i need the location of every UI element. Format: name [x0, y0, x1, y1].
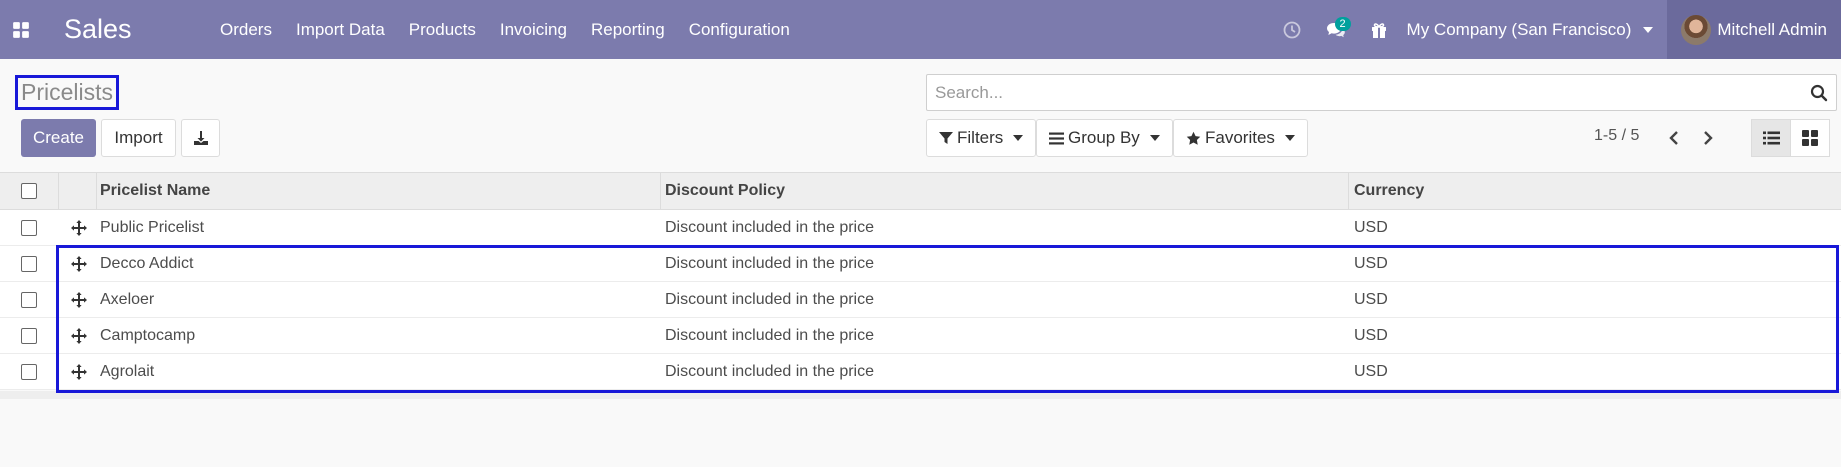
table-row[interactable]: Camptocamp Discount included in the pric…: [0, 318, 1841, 354]
company-switcher[interactable]: My Company (San Francisco): [1399, 20, 1668, 40]
group-by-label: Group By: [1068, 128, 1140, 147]
export-button[interactable]: [181, 119, 220, 157]
user-name: Mitchell Admin: [1717, 19, 1827, 39]
chevron-down-icon: [1284, 135, 1295, 141]
currency: USD: [1354, 290, 1388, 308]
user-menu[interactable]: Mitchell Admin: [1667, 0, 1841, 59]
filter-icon: [939, 132, 953, 144]
filters-label: Filters: [957, 128, 1004, 147]
row-select-cell: [0, 291, 58, 308]
messages-count-badge: 2: [1334, 17, 1351, 31]
discount-policy: Discount included in the price: [665, 326, 875, 344]
table-row[interactable]: Public Pricelist Discount included in th…: [0, 210, 1841, 246]
select-all-checkbox[interactable]: [21, 183, 37, 199]
column-divider: [58, 173, 59, 209]
column-divider: [660, 173, 661, 209]
kanban-view-icon[interactable]: [1790, 119, 1830, 157]
app-title[interactable]: Sales: [42, 14, 208, 45]
apps-grid-icon[interactable]: [0, 0, 42, 59]
row-select-cell: [0, 255, 58, 272]
currency: USD: [1354, 254, 1388, 272]
group-by-button[interactable]: Group By: [1036, 119, 1173, 157]
clock-icon[interactable]: [1271, 0, 1313, 59]
drag-handle-icon[interactable]: [58, 291, 100, 308]
company-name: My Company (San Francisco): [1406, 19, 1632, 39]
navbar-right: 2 My Company (San Francisco) Mitchell Ad…: [1271, 0, 1841, 59]
main-menu: Orders Import Data Products Invoicing Re…: [208, 20, 802, 40]
row-checkbox[interactable]: [21, 363, 37, 380]
pricelist-name: Decco Addict: [100, 254, 194, 272]
row-checkbox[interactable]: [21, 291, 37, 308]
menu-item-products[interactable]: Products: [397, 20, 488, 40]
favorites-button[interactable]: Favorites: [1173, 119, 1308, 157]
page-title: Pricelists: [21, 79, 114, 105]
gift-icon[interactable]: [1359, 0, 1399, 59]
top-navbar: Sales Orders Import Data Products Invoic…: [0, 0, 1841, 59]
table-header: Pricelist Name Discount Policy Currency: [0, 172, 1841, 210]
discount-policy: Discount included in the price: [665, 218, 875, 236]
menu-item-import-data[interactable]: Import Data: [284, 20, 397, 40]
group-by-icon: [1049, 132, 1064, 144]
menu-item-invoicing[interactable]: Invoicing: [488, 20, 579, 40]
row-select-cell: [0, 327, 58, 344]
discount-policy: Discount included in the price: [665, 254, 875, 272]
chevron-down-icon: [1149, 135, 1160, 141]
pricelist-name: Agrolait: [100, 362, 155, 380]
pricelist-name: Axeloer: [100, 290, 155, 308]
avatar: [1681, 14, 1712, 45]
row-select-cell: [0, 219, 58, 236]
search-placeholder: Search...: [935, 82, 1004, 102]
currency: USD: [1354, 218, 1388, 236]
chat-icon[interactable]: 2: [1313, 0, 1359, 59]
discount-policy: Discount included in the price: [665, 290, 875, 308]
pricelist-table: Pricelist Name Discount Policy Currency …: [0, 172, 1841, 390]
chevron-left-icon[interactable]: [1659, 119, 1689, 157]
drag-handle-icon[interactable]: [58, 327, 100, 344]
star-icon: [1186, 131, 1201, 145]
pricelist-name: Public Pricelist: [100, 218, 205, 236]
list-view-icon[interactable]: [1751, 119, 1791, 157]
menu-item-orders[interactable]: Orders: [208, 20, 284, 40]
row-select-cell: [0, 363, 58, 380]
currency: USD: [1354, 362, 1388, 380]
search-input[interactable]: Search...: [926, 74, 1837, 111]
column-header-name[interactable]: Pricelist Name: [100, 182, 210, 200]
drag-handle-icon[interactable]: [58, 219, 100, 236]
discount-policy: Discount included in the price: [665, 362, 875, 380]
column-divider: [96, 173, 97, 209]
chevron-right-icon[interactable]: [1693, 119, 1723, 157]
table-row[interactable]: Agrolait Discount included in the price …: [0, 354, 1841, 390]
table-row[interactable]: Axeloer Discount included in the price U…: [0, 282, 1841, 318]
row-checkbox[interactable]: [21, 255, 37, 272]
drag-handle-icon[interactable]: [58, 255, 100, 272]
import-button[interactable]: Import: [101, 119, 176, 157]
menu-item-reporting[interactable]: Reporting: [579, 20, 677, 40]
table-footer: [0, 391, 1841, 399]
select-all-cell: [0, 183, 58, 199]
drag-handle-icon[interactable]: [58, 363, 100, 380]
pager-value[interactable]: 1-5 / 5: [1594, 127, 1639, 145]
chevron-down-icon: [1013, 135, 1024, 141]
row-checkbox[interactable]: [21, 219, 37, 236]
table-row[interactable]: Decco Addict Discount included in the pr…: [0, 246, 1841, 282]
currency: USD: [1354, 326, 1388, 344]
menu-item-configuration[interactable]: Configuration: [677, 20, 802, 40]
page-title-box: Pricelists: [15, 75, 120, 110]
pricelist-name: Camptocamp: [100, 326, 196, 344]
favorites-label: Favorites: [1205, 128, 1275, 147]
column-header-currency[interactable]: Currency: [1354, 182, 1424, 200]
search-icon[interactable]: [1802, 84, 1836, 102]
row-checkbox[interactable]: [21, 327, 37, 344]
create-button[interactable]: Create: [21, 119, 96, 157]
filters-button[interactable]: Filters: [926, 119, 1037, 157]
chevron-down-icon: [1643, 26, 1654, 33]
column-divider: [1348, 173, 1349, 209]
column-header-policy[interactable]: Discount Policy: [665, 182, 785, 200]
download-icon: [193, 131, 208, 145]
